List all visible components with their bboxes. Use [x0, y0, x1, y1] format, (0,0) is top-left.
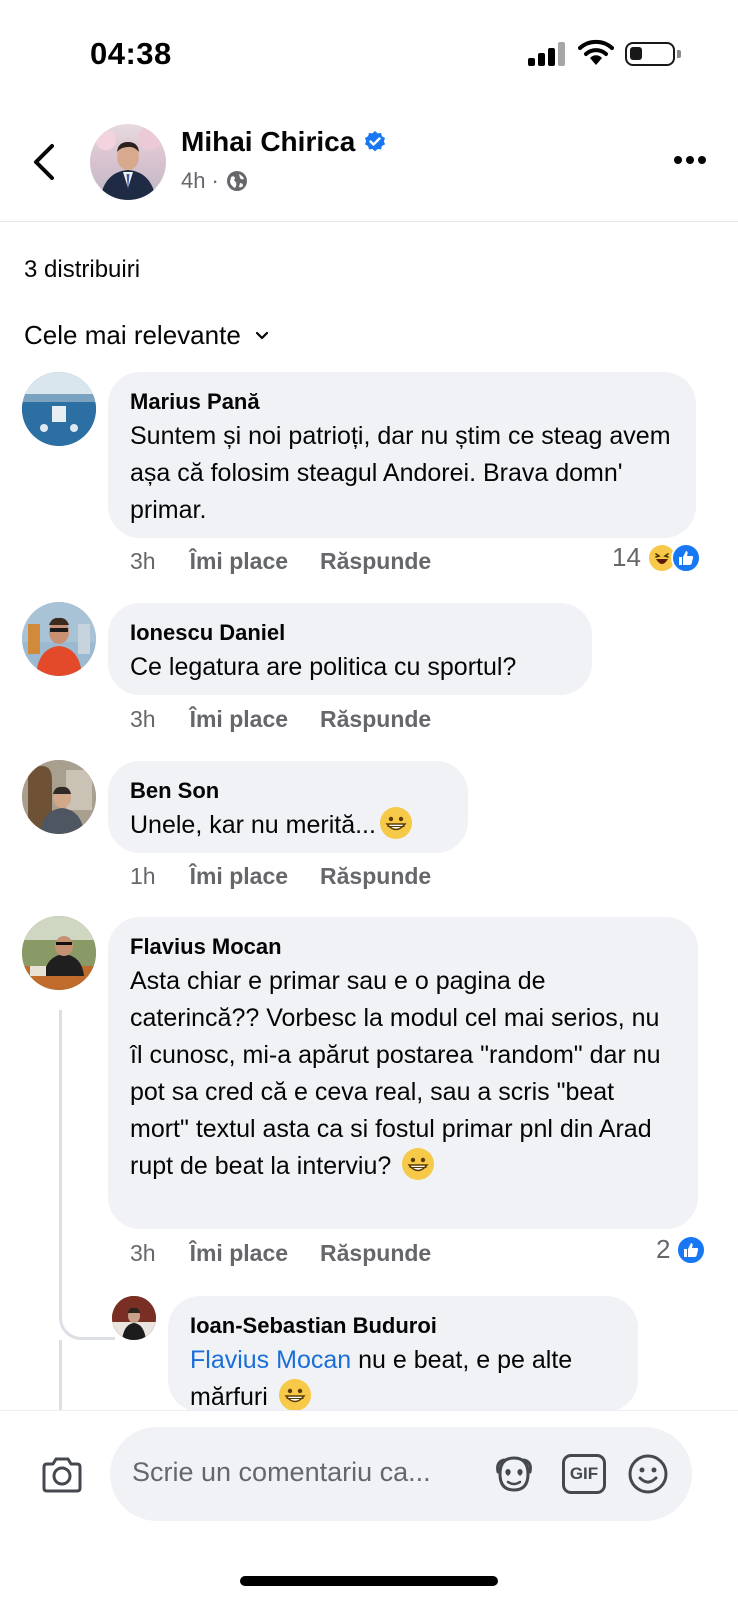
comment-input[interactable]: Scrie un comentariu ca... GIF	[110, 1427, 692, 1521]
shares-count[interactable]: 3 distribuiri	[24, 256, 140, 284]
commenter-avatar[interactable]	[22, 602, 96, 676]
camera-icon[interactable]	[40, 1455, 84, 1495]
reply-bubble[interactable]: Ioan-Sebastian Buduroi Flavius Mocan nu …	[168, 1296, 638, 1412]
comment-actions: 3h Îmi place Răspunde	[130, 706, 463, 733]
status-bar: 04:38	[0, 0, 738, 110]
emoji-icon[interactable]	[626, 1452, 670, 1496]
home-indicator[interactable]	[240, 1576, 498, 1586]
like-button[interactable]: Îmi place	[190, 1240, 288, 1267]
grinning-face-icon	[379, 807, 412, 839]
comment-author[interactable]: Marius Pană	[130, 388, 674, 416]
gif-label: GIF	[569, 1464, 599, 1483]
reaction-summary[interactable]: 2	[656, 1234, 707, 1265]
comment-author[interactable]: Ionescu Daniel	[130, 619, 570, 647]
comment-time[interactable]: 3h	[130, 548, 156, 575]
globe-icon	[226, 171, 247, 191]
signal-icon	[528, 42, 568, 66]
reply-button[interactable]: Răspunde	[320, 706, 431, 733]
comment-bubble[interactable]: Marius Pană Suntem și noi patrioți, dar …	[108, 372, 696, 538]
comment-author[interactable]: Flavius Mocan	[130, 933, 676, 961]
comment-time[interactable]: 3h	[130, 706, 156, 733]
post-header: Mihai Chirica 4h ·	[0, 110, 738, 222]
more-options-icon[interactable]	[672, 154, 708, 166]
reaction-summary[interactable]: 14	[612, 542, 701, 573]
reaction-count: 14	[612, 542, 641, 572]
gif-icon[interactable]: GIF	[562, 1454, 606, 1494]
comment-actions: 3h Îmi place Răspunde	[130, 548, 463, 575]
comment-text: Suntem și noi patrioți, dar nu știm ce s…	[130, 422, 671, 524]
comment-author[interactable]: Ben Son	[130, 777, 446, 805]
avatar-sticker-icon[interactable]	[492, 1452, 536, 1496]
comment-text: Asta chiar e primar sau e o pagina de ca…	[130, 967, 661, 1180]
comment-time[interactable]: 1h	[130, 863, 156, 890]
comment-actions: 1h Îmi place Răspunde	[130, 863, 463, 890]
like-icon	[670, 542, 701, 573]
like-icon	[676, 1234, 707, 1265]
grinning-face-icon	[278, 1379, 311, 1411]
reaction-count: 2	[656, 1234, 671, 1264]
comment-bubble[interactable]: Flavius Mocan Asta chiar e primar sau e …	[108, 917, 698, 1229]
like-button[interactable]: Îmi place	[190, 863, 288, 890]
comment-bubble[interactable]: Ionescu Daniel Ce legatura are politica …	[108, 603, 592, 695]
comment-text: Unele, kar nu merită...	[130, 811, 376, 839]
reply-button[interactable]: Răspunde	[320, 548, 431, 575]
sort-dropdown[interactable]: Cele mai relevante	[24, 320, 269, 351]
reply-button[interactable]: Răspunde	[320, 863, 431, 890]
comment-composer: Scrie un comentariu ca... GIF	[0, 1410, 738, 1600]
comment-bubble[interactable]: Ben Son Unele, kar nu merită...	[108, 761, 468, 853]
commenter-avatar[interactable]	[22, 760, 96, 834]
reply-author[interactable]: Ioan-Sebastian Buduroi	[190, 1312, 616, 1340]
like-button[interactable]: Îmi place	[190, 548, 288, 575]
author-avatar[interactable]	[90, 124, 166, 200]
verified-badge-icon	[365, 131, 386, 152]
sort-label: Cele mai relevante	[24, 320, 241, 350]
comment-time[interactable]: 3h	[130, 1240, 156, 1267]
battery-icon	[625, 42, 681, 66]
reply-thread-line	[59, 1010, 115, 1340]
chevron-down-icon	[255, 331, 268, 339]
commenter-avatar[interactable]	[22, 372, 96, 446]
reply-avatar[interactable]	[112, 1296, 156, 1340]
post-time[interactable]: 4h	[181, 168, 205, 194]
meta-separator: ·	[211, 168, 219, 193]
author-name[interactable]: Mihai Chirica	[181, 126, 355, 158]
status-time: 04:38	[90, 36, 172, 71]
commenter-avatar[interactable]	[22, 916, 96, 990]
grinning-face-icon	[402, 1148, 435, 1180]
comment-input-placeholder: Scrie un comentariu ca...	[132, 1457, 431, 1487]
mention-link[interactable]: Flavius Mocan	[190, 1346, 351, 1374]
comment-text: Ce legatura are politica cu sportul?	[130, 653, 517, 681]
thread-line	[59, 1340, 62, 1410]
wifi-icon	[578, 39, 614, 65]
reply-button[interactable]: Răspunde	[320, 1240, 431, 1267]
back-arrow-icon[interactable]	[28, 140, 62, 184]
comment-actions: 3h Îmi place Răspunde	[130, 1240, 463, 1267]
like-button[interactable]: Îmi place	[190, 706, 288, 733]
